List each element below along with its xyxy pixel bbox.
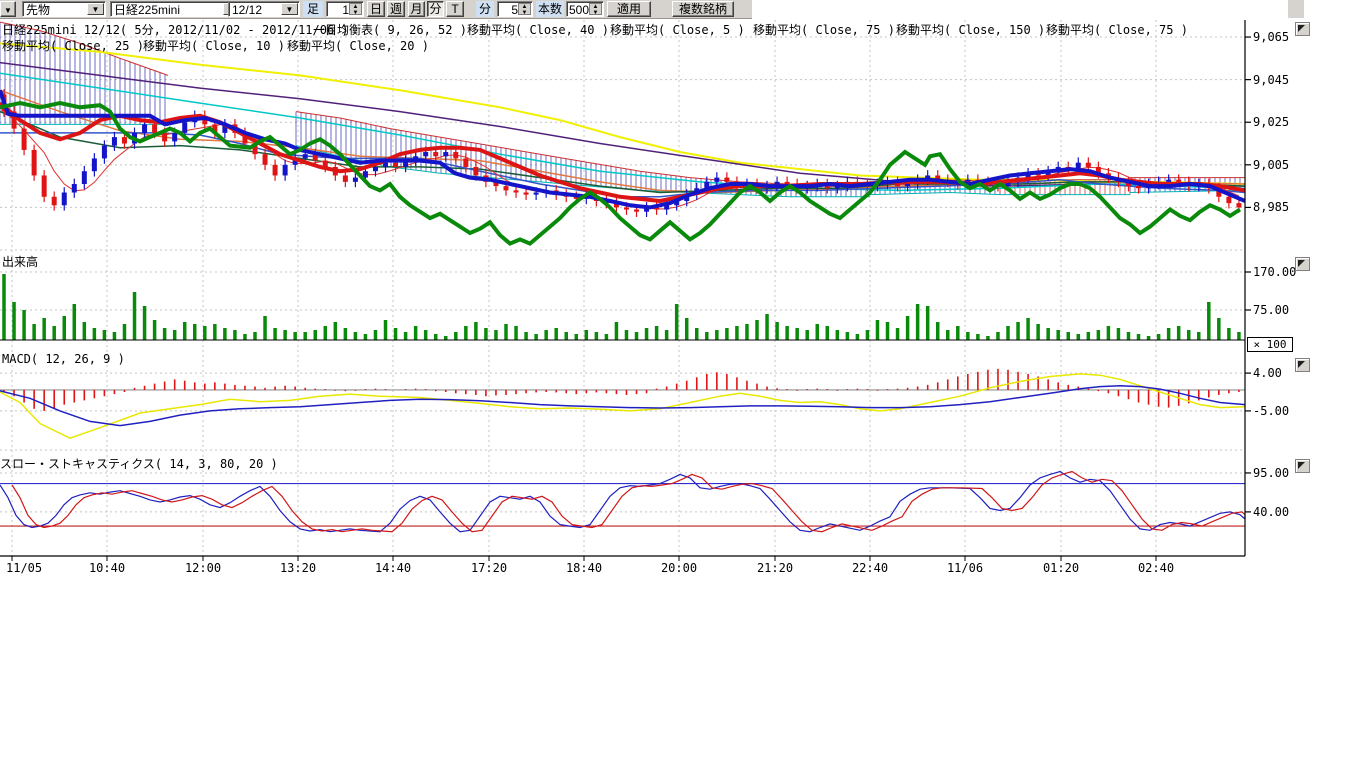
y-axis-label: 4.00 <box>1253 366 1282 380</box>
y-axis-label: 8,985 <box>1253 200 1289 214</box>
x-axis-label: 20:00 <box>661 561 697 575</box>
x-axis-label: 17:20 <box>471 561 507 575</box>
symbol-combobox[interactable]: 日経225mini ▼ <box>110 1 242 17</box>
x-axis-label: 21:20 <box>757 561 793 575</box>
legend-item: 移動平均( Close, 25 ) <box>2 37 144 54</box>
x-axis-label: 11/05 <box>6 561 42 575</box>
y-axis-label: 170.00 <box>1253 265 1296 279</box>
chevron-down-icon: ▼ <box>4 6 12 15</box>
spinner-arrows-icon[interactable]: ▲▼ <box>518 3 531 15</box>
symbol-type-value: 先物 <box>26 3 50 17</box>
apply-button[interactable]: 適用 <box>607 1 651 17</box>
legend-item: 移動平均( Close, 75 ) <box>753 21 895 38</box>
macd-pane-arrow-button[interactable] <box>1295 358 1310 372</box>
volume-multiplier-badge: × 100 <box>1247 337 1293 352</box>
y-axis-label: 9,045 <box>1253 73 1289 87</box>
period-tick-button[interactable]: T <box>446 1 464 17</box>
period-week-button[interactable]: 週 <box>387 1 405 17</box>
x-axis-label: 01:20 <box>1043 561 1079 575</box>
legend-item: 移動平均( Close, 20 ) <box>287 37 429 54</box>
x-axis-label: 13:20 <box>280 561 316 575</box>
x-axis-label: 22:40 <box>852 561 888 575</box>
chevron-down-icon[interactable]: ▼ <box>281 3 298 15</box>
bar-count-label: 本数 <box>536 1 564 17</box>
contract-month-combobox[interactable]: 12/12 ▼ <box>228 1 300 17</box>
chevron-down-icon[interactable]: ▼ <box>87 3 104 15</box>
price-pane-arrow-button[interactable] <box>1295 22 1310 36</box>
multi-symbol-button[interactable]: 複数銘柄 <box>672 1 734 17</box>
x-axis-label: 10:40 <box>89 561 125 575</box>
y-axis-label: 9,025 <box>1253 115 1289 129</box>
legend-item: 日経225mini 12/12( 5分, 2012/11/02 - 2012/1… <box>2 21 349 38</box>
period-day-button[interactable]: 日 <box>367 1 385 17</box>
legend-item: 移動平均( Close, 75 ) <box>1046 21 1188 38</box>
partial-combo-dropdown-button[interactable]: ▼ <box>0 1 16 17</box>
volume-pane-arrow-button[interactable] <box>1295 257 1310 271</box>
stoch-pane-arrow-button[interactable] <box>1295 459 1310 473</box>
legend-item: 移動平均( Close, 10 ) <box>143 37 285 54</box>
legend-item: 移動平均( Close, 40 ) <box>467 21 609 38</box>
chart-application-window: { "toolbar": { "left_partial_combo": "▼"… <box>0 0 1366 768</box>
spinner-arrows-icon[interactable]: ▲▼ <box>349 3 362 15</box>
chart-canvas[interactable] <box>0 0 1366 600</box>
macd-panel-title: MACD( 12, 26, 9 ) <box>2 352 125 366</box>
stoch-panel-title: スロー・ストキャスティクス( 14, 3, 80, 20 ) <box>0 455 278 472</box>
y-axis-label: -5.00 <box>1253 404 1289 418</box>
x-axis-label: 02:40 <box>1138 561 1174 575</box>
x-axis-label: 14:40 <box>375 561 411 575</box>
minute-value-spinner[interactable]: 5 ▲▼ <box>497 1 533 17</box>
spinner-arrows-icon[interactable]: ▲▼ <box>589 3 602 15</box>
legend-item: 移動平均( Close, 150 ) <box>896 21 1045 38</box>
y-axis-label: 95.00 <box>1253 466 1289 480</box>
minute-value: 5 <box>511 3 518 17</box>
x-axis-label: 12:00 <box>185 561 221 575</box>
y-axis-label: 40.00 <box>1253 505 1289 519</box>
toolbar-stub <box>1288 0 1304 18</box>
minute-label: 分 <box>476 1 494 17</box>
ashi-interval-spinner[interactable]: 1 ▲▼ <box>326 1 364 17</box>
y-axis-label: 75.00 <box>1253 303 1289 317</box>
volume-panel-title: 出来高 <box>2 253 38 270</box>
x-axis-label: 11/06 <box>947 561 983 575</box>
legend-item: 移動平均( Close, 5 ) <box>610 21 745 38</box>
symbol-type-combobox[interactable]: 先物 ▼ <box>22 1 106 17</box>
contract-month-value: 12/12 <box>232 3 262 17</box>
legend-item: 一目均衡表( 9, 26, 52 ) <box>313 21 467 38</box>
ashi-interval-value: 1 <box>342 3 349 17</box>
y-axis-label: 9,005 <box>1253 158 1289 172</box>
bar-count-spinner[interactable]: 500 ▲▼ <box>566 1 604 17</box>
ashi-label: 足 <box>303 1 323 17</box>
x-axis-label: 18:40 <box>566 561 602 575</box>
period-month-button[interactable]: 月 <box>408 1 425 17</box>
bar-count-value: 500 <box>569 3 589 17</box>
period-minute-button[interactable]: 分 <box>427 1 444 17</box>
y-axis-label: 9,065 <box>1253 30 1289 44</box>
symbol-value: 日経225mini <box>114 3 180 17</box>
